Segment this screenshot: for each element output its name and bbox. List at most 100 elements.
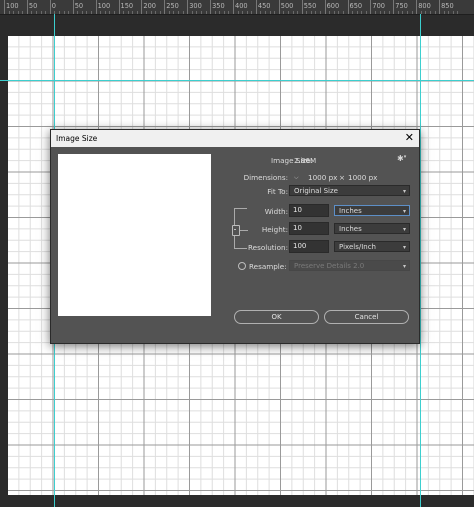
image-size-value: 2.86M xyxy=(294,156,317,165)
resample-label: Resample: xyxy=(249,262,287,271)
chevron-down-icon: ▾ xyxy=(402,263,406,270)
ruler-minor-tick xyxy=(388,11,390,14)
ruler-minor-tick xyxy=(379,11,381,14)
ruler-minor-tick xyxy=(425,11,427,14)
ruler-minor-tick xyxy=(159,11,161,14)
ruler-minor-tick xyxy=(178,11,180,14)
resample-select[interactable]: Preserve Details 2.0 ▾ xyxy=(289,260,410,271)
resolution-unit-value: Pixels/Inch xyxy=(339,243,376,251)
constraint-bracket-bottom xyxy=(234,235,247,249)
ruler-minor-tick xyxy=(214,11,216,14)
resolution-value: 100 xyxy=(293,242,307,250)
height-unit-value: Inches xyxy=(339,225,362,233)
ruler-minor-tick xyxy=(306,11,308,14)
dimensions-height: 1000 px xyxy=(348,173,378,182)
ruler-minor-tick xyxy=(36,11,38,14)
width-label: Width: xyxy=(264,207,288,216)
ruler-minor-tick xyxy=(123,11,125,14)
ruler-minor-tick xyxy=(251,11,253,14)
ruler-minor-tick xyxy=(452,11,454,14)
ruler-minor-tick xyxy=(374,11,376,14)
horizontal-ruler[interactable]: 100 50 0 50 100 150 200 250 300 350 400 450 500 550 60… xyxy=(0,0,474,15)
ruler-minor-tick xyxy=(356,11,358,14)
ruler-minor-tick xyxy=(205,11,207,14)
ruler-minor-tick xyxy=(434,11,436,14)
ruler-minor-tick xyxy=(397,11,399,14)
fit-to-select[interactable]: Original Size ▾ xyxy=(289,185,410,196)
ruler-minor-tick xyxy=(242,11,244,14)
height-label: Height: xyxy=(261,225,288,234)
ruler-minor-tick xyxy=(320,11,322,14)
image-preview xyxy=(58,154,211,316)
ruler-minor-tick xyxy=(136,11,138,14)
ruler-minor-tick xyxy=(113,11,115,14)
ruler-minor-tick xyxy=(200,11,202,14)
constraint-bracket-top xyxy=(234,208,247,226)
ruler-minor-tick xyxy=(40,11,42,14)
ruler-minor-tick xyxy=(127,11,129,14)
ruler-minor-tick xyxy=(283,11,285,14)
ruler-minor-tick xyxy=(448,11,450,14)
ruler-minor-tick xyxy=(100,11,102,14)
dialog-titlebar[interactable]: Image Size ✕ xyxy=(51,130,419,147)
ruler-minor-tick xyxy=(407,11,409,14)
fit-to-value: Original Size xyxy=(294,187,338,195)
cancel-button[interactable]: Cancel xyxy=(324,310,409,324)
chevron-down-icon: ▾ xyxy=(402,188,406,195)
ruler-minor-tick xyxy=(274,11,276,14)
ruler-minor-tick xyxy=(265,11,267,14)
ruler-minor-tick xyxy=(182,11,184,14)
ruler-minor-tick xyxy=(411,11,413,14)
ruler-minor-tick xyxy=(22,11,24,14)
ruler-minor-tick xyxy=(457,11,459,14)
chevron-down-icon: ▾ xyxy=(402,226,406,233)
guide-horizontal-top[interactable] xyxy=(0,80,474,81)
ruler-minor-tick xyxy=(361,11,363,14)
width-input[interactable]: 10 xyxy=(289,204,329,217)
width-unit-select[interactable]: Inches ▾ xyxy=(334,205,410,216)
ruler-minor-tick xyxy=(333,11,335,14)
link-connector xyxy=(240,230,248,231)
chevron-down-icon: ▾ xyxy=(402,208,406,215)
ruler-minor-tick xyxy=(352,11,354,14)
dimensions-width: 1000 px xyxy=(308,173,338,182)
ruler-minor-tick xyxy=(429,11,431,14)
ruler-minor-tick xyxy=(287,11,289,14)
ruler-minor-tick xyxy=(342,11,344,14)
link-icon[interactable] xyxy=(232,225,240,236)
ruler-minor-tick xyxy=(173,11,175,14)
ruler-minor-tick xyxy=(104,11,106,14)
ruler-minor-tick xyxy=(269,11,271,14)
fit-to-label: Fit To: xyxy=(267,187,288,196)
ruler-minor-tick xyxy=(402,11,404,14)
dimensions-label: Dimensions: xyxy=(243,173,288,182)
resolution-input[interactable]: 100 xyxy=(289,240,329,253)
ruler-minor-tick xyxy=(196,11,198,14)
chevron-down-icon: ▾ xyxy=(402,244,406,251)
resolution-label: Resolution: xyxy=(248,243,288,252)
height-input[interactable]: 10 xyxy=(289,222,329,235)
height-unit-select[interactable]: Inches ▾ xyxy=(334,223,410,234)
resample-checkbox[interactable] xyxy=(238,262,246,270)
width-value: 10 xyxy=(293,206,302,214)
resolution-unit-select[interactable]: Pixels/Inch ▾ xyxy=(334,241,410,252)
chevron-down-icon[interactable]: ⌵ xyxy=(294,174,299,182)
ruler-minor-tick xyxy=(260,11,262,14)
ruler-minor-tick xyxy=(132,11,134,14)
width-unit-value: Inches xyxy=(339,207,362,215)
ruler-minor-tick xyxy=(223,11,225,14)
image-size-dialog: Image Size ✕ Image Size: 2.86M ✱▾ Dimens… xyxy=(50,129,420,344)
ruler-minor-tick xyxy=(310,11,312,14)
height-value: 10 xyxy=(293,224,302,232)
close-icon[interactable]: ✕ xyxy=(405,131,414,144)
ruler-minor-tick xyxy=(292,11,294,14)
ruler-minor-tick xyxy=(58,11,60,14)
ruler-minor-tick xyxy=(237,11,239,14)
ruler-minor-tick xyxy=(150,11,152,14)
ok-button[interactable]: OK xyxy=(234,310,319,324)
resample-value: Preserve Details 2.0 xyxy=(294,262,365,270)
ruler-minor-tick xyxy=(297,11,299,14)
ruler-minor-tick xyxy=(8,11,10,14)
gear-icon[interactable]: ✱▾ xyxy=(397,154,406,163)
guide-vertical-right[interactable] xyxy=(420,14,421,507)
